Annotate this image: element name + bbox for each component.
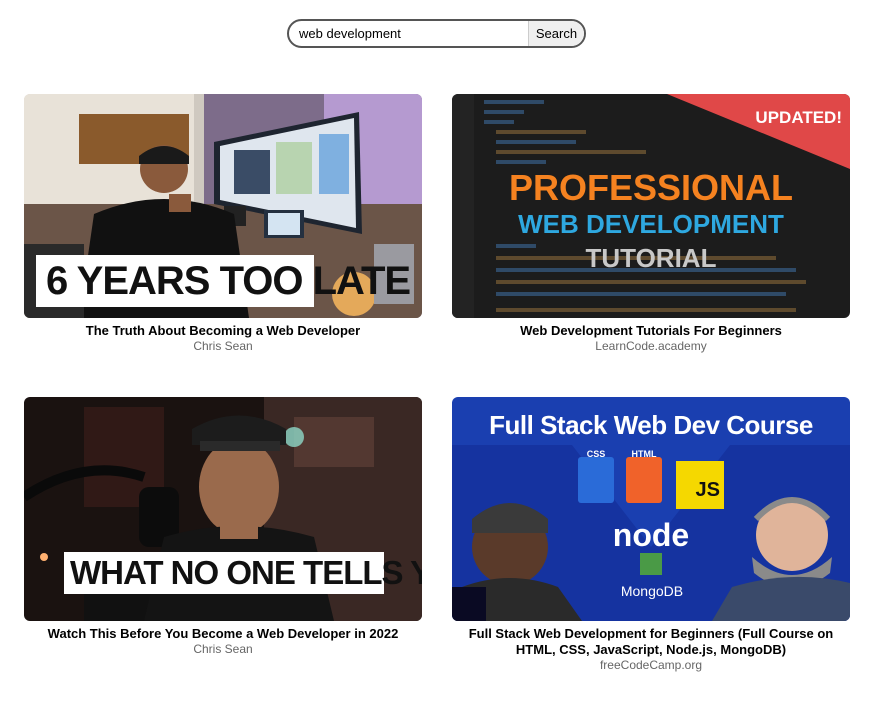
video-title[interactable]: Watch This Before You Become a Web Devel… bbox=[24, 626, 422, 642]
search-bar: Search bbox=[287, 19, 586, 48]
updated-badge: UPDATED! bbox=[755, 108, 842, 127]
video-thumbnail[interactable]: Full Stack Web Dev Course CSS HTML JS no… bbox=[452, 397, 850, 621]
thumbnail-headline-3: TUTORIAL bbox=[585, 243, 717, 273]
video-thumbnail[interactable]: 6 YEARS TOO LATE bbox=[24, 94, 422, 318]
thumbnail-headline: Full Stack Web Dev Course bbox=[489, 410, 813, 440]
channel-name[interactable]: freeCodeCamp.org bbox=[452, 658, 850, 672]
thumbnail-caption: 6 YEARS TOO LATE bbox=[36, 255, 411, 307]
video-title[interactable]: Web Development Tutorials For Beginners bbox=[452, 323, 850, 339]
thumbnail-headline-1: PROFESSIONAL bbox=[508, 167, 794, 208]
channel-name[interactable]: Chris Sean bbox=[24, 339, 422, 353]
video-card[interactable]: UPDATED! PROFESSIONAL WEB DEVELOPMENT TU… bbox=[452, 94, 850, 353]
search-button[interactable]: Search bbox=[528, 21, 584, 46]
channel-name[interactable]: Chris Sean bbox=[24, 642, 422, 656]
node-logo-label: node bbox=[612, 517, 690, 553]
search-input[interactable] bbox=[289, 21, 528, 46]
video-thumbnail[interactable]: UPDATED! PROFESSIONAL WEB DEVELOPMENT TU… bbox=[452, 94, 850, 318]
channel-name[interactable]: LearnCode.academy bbox=[452, 339, 850, 353]
html-logo-label: HTML bbox=[631, 449, 657, 459]
js-logo-label: JS bbox=[695, 479, 720, 501]
video-card[interactable]: Full Stack Web Dev Course CSS HTML JS no… bbox=[452, 397, 850, 672]
css-logo-label: CSS bbox=[586, 449, 606, 459]
video-card[interactable]: WHAT NO ONE TELLS YOU Watch This Before … bbox=[24, 397, 422, 656]
video-thumbnail[interactable]: WHAT NO ONE TELLS YOU bbox=[24, 397, 422, 621]
video-title[interactable]: Full Stack Web Development for Beginners… bbox=[452, 626, 850, 658]
mongodb-logo-label: MongoDB bbox=[620, 583, 684, 599]
thumbnail-headline-2: WEB DEVELOPMENT bbox=[518, 209, 784, 239]
video-card[interactable]: 6 YEARS TOO LATE The Truth About Becomin… bbox=[24, 94, 422, 353]
thumbnail-caption: WHAT NO ONE TELLS YOU bbox=[64, 552, 422, 594]
video-title[interactable]: The Truth About Becoming a Web Developer bbox=[24, 323, 422, 339]
